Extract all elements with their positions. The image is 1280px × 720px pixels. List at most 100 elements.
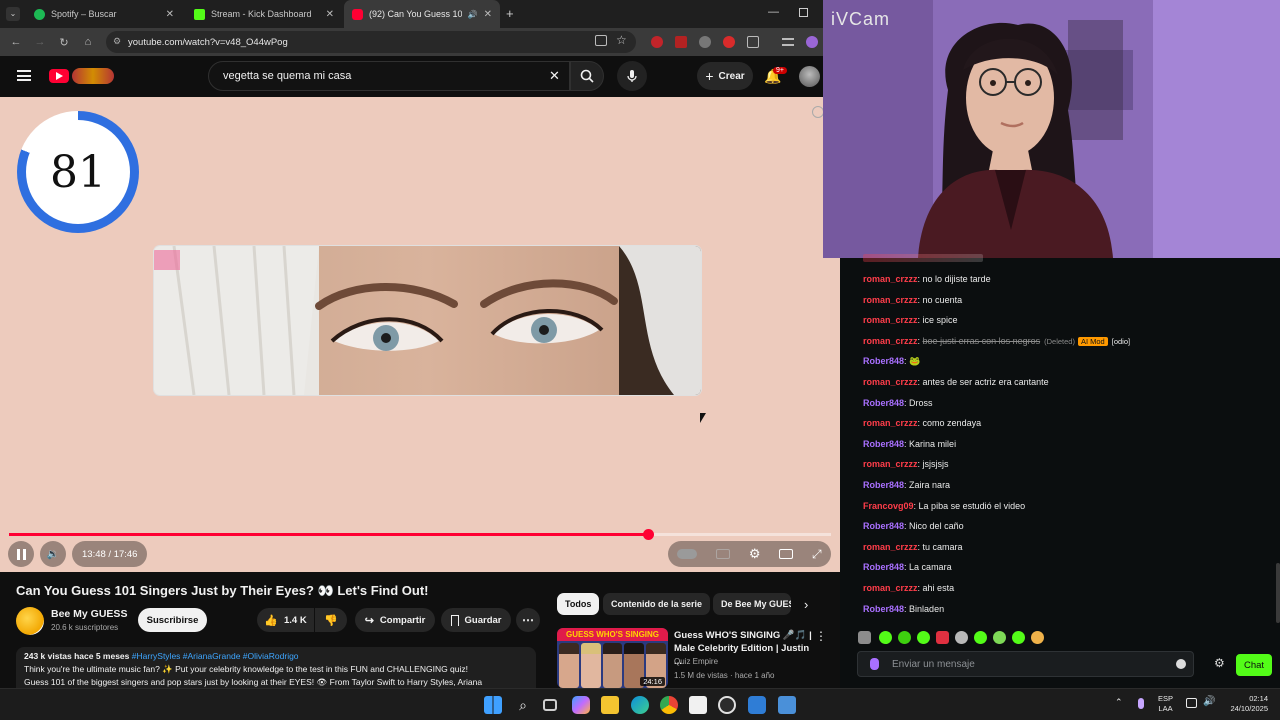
copilot-icon[interactable]: [572, 696, 590, 714]
search-button[interactable]: [570, 61, 604, 91]
more-actions-button[interactable]: ⋯: [516, 608, 540, 632]
chat-username[interactable]: Rober848: [863, 398, 904, 408]
volume-icon[interactable]: 🔊: [1203, 696, 1215, 707]
site-info-icon[interactable]: ⚙: [113, 36, 121, 47]
url-input[interactable]: ⚙ youtube.com/watch?v=v48_O44wPog ☆: [106, 31, 636, 53]
extension-icon-2[interactable]: [675, 36, 687, 48]
chat-username[interactable]: roman_crzzz: [863, 315, 918, 325]
close-tab-icon[interactable]: ✕: [484, 9, 492, 20]
chat-username[interactable]: roman_crzzz: [863, 542, 918, 552]
chip-series-content[interactable]: Contenido de la serie: [603, 593, 711, 615]
store-icon[interactable]: [689, 696, 707, 714]
new-tab-icon[interactable]: +: [506, 6, 514, 21]
close-tab-icon[interactable]: ✕: [166, 9, 174, 20]
recommended-channel[interactable]: Quiz Empire: [674, 657, 718, 666]
chat-username[interactable]: Rober848: [863, 439, 904, 449]
more-vertical-icon[interactable]: ⋮: [815, 629, 827, 643]
chat-username[interactable]: roman_crzzz: [863, 336, 918, 346]
dislike-button[interactable]: 👎: [315, 608, 347, 632]
chat-input[interactable]: Enviar un mensaje: [857, 651, 1194, 677]
forward-icon[interactable]: →: [28, 36, 52, 48]
tab-youtube[interactable]: (92) Can You Guess 101 Sing 🔊 ✕: [344, 0, 500, 28]
progress-scrubber[interactable]: [642, 529, 654, 540]
extension-icon-1[interactable]: [651, 36, 663, 48]
volume-button[interactable]: 🔉: [40, 541, 66, 567]
share-button[interactable]: ↪ Compartir: [355, 608, 435, 632]
channel-name[interactable]: Bee My GUESS: [51, 608, 127, 620]
subtitles-icon[interactable]: [716, 549, 731, 559]
create-button[interactable]: + Crear: [697, 62, 753, 90]
avatar[interactable]: [799, 66, 820, 87]
chip-from-channel[interactable]: De Bee My GUESS: [713, 593, 791, 615]
kick-sparkle-icon[interactable]: [870, 658, 879, 670]
pause-button[interactable]: [8, 541, 34, 567]
show-hidden-icons-icon[interactable]: ⌃: [1115, 697, 1123, 708]
network-icon[interactable]: [1186, 698, 1197, 708]
chat-username[interactable]: Rober848: [863, 480, 904, 490]
task-view-icon[interactable]: [543, 699, 557, 711]
theater-mode-icon[interactable]: [779, 549, 794, 559]
extensions-puzzle-icon[interactable]: [747, 36, 759, 48]
emote-icon[interactable]: [993, 631, 1006, 644]
hashtags[interactable]: #HarryStyles #ArianaGrande #OliviaRodrig…: [132, 651, 299, 661]
chat-scrollbar[interactable]: [1276, 563, 1280, 623]
system-clock[interactable]: 02:14 24/10/2025: [1220, 694, 1268, 714]
like-button[interactable]: 👍 1.4 K: [257, 608, 314, 632]
chat-username[interactable]: Rober848: [863, 562, 904, 572]
chat-username[interactable]: roman_crzzz: [863, 274, 918, 284]
ivcam-icon[interactable]: [748, 696, 766, 714]
emote-icon[interactable]: [1031, 631, 1044, 644]
fullscreen-icon[interactable]: ⤢: [812, 547, 822, 562]
record-icon[interactable]: [723, 36, 735, 48]
reading-list-icon[interactable]: [782, 38, 794, 46]
emote-icon[interactable]: [858, 631, 871, 644]
maximize-icon[interactable]: [799, 8, 808, 17]
input-language[interactable]: ESP LAA: [1158, 694, 1173, 714]
chat-username[interactable]: roman_crzzz: [863, 295, 918, 305]
chat-username[interactable]: Rober848: [863, 356, 904, 366]
emote-icon[interactable]: [1012, 631, 1025, 644]
chat-username[interactable]: roman_crzzz: [863, 418, 918, 428]
emote-icon[interactable]: [974, 631, 987, 644]
subscribe-button[interactable]: Suscribirse: [138, 608, 207, 632]
menu-icon[interactable]: [17, 70, 31, 81]
chat-username[interactable]: Francovg09: [863, 501, 914, 511]
extension-icon-3[interactable]: [699, 36, 711, 48]
autoplay-toggle[interactable]: [677, 549, 698, 559]
description-box[interactable]: 243 k vistas hace 5 meses #HarryStyles #…: [16, 647, 536, 688]
save-button[interactable]: Guardar: [441, 608, 511, 632]
microphone-icon[interactable]: [1138, 698, 1144, 709]
settings-gear-icon[interactable]: ⚙: [749, 546, 761, 562]
recommended-thumbnail[interactable]: GUESS WHO'S SINGING 24:16: [557, 628, 668, 688]
chat-settings-gear-icon[interactable]: ⚙: [1214, 656, 1225, 670]
chevron-right-icon[interactable]: ›: [804, 597, 808, 612]
doodle-icon[interactable]: [72, 68, 114, 84]
back-icon[interactable]: ←: [4, 36, 28, 48]
profile-icon[interactable]: [806, 36, 818, 48]
chat-username[interactable]: roman_crzzz: [863, 459, 918, 469]
emote-icon[interactable]: [955, 631, 968, 644]
close-tab-icon[interactable]: ✕: [326, 9, 334, 20]
emote-icon[interactable]: [879, 631, 892, 644]
tab-spotify[interactable]: Spotify – Buscar ✕: [26, 0, 182, 28]
speaker-icon[interactable]: 🔊: [468, 10, 478, 19]
search-icon[interactable]: ⌕: [514, 696, 532, 714]
clear-search-icon[interactable]: ✕: [549, 68, 560, 84]
bookmark-star-icon[interactable]: ☆: [616, 33, 627, 47]
emoji-picker-icon[interactable]: [1176, 659, 1186, 669]
tab-kick-dashboard[interactable]: Stream - Kick Dashboard ✕: [186, 0, 342, 28]
file-explorer-icon[interactable]: [601, 696, 619, 714]
emote-icon[interactable]: [917, 631, 930, 644]
install-app-icon[interactable]: [595, 35, 607, 46]
minimize-icon[interactable]: —: [768, 6, 779, 18]
reload-icon[interactable]: ↻: [52, 36, 76, 49]
chat-username[interactable]: roman_crzzz: [863, 377, 918, 387]
chat-username[interactable]: roman_crzzz: [863, 583, 918, 593]
edge-icon[interactable]: [631, 696, 649, 714]
channel-avatar[interactable]: [16, 607, 44, 635]
youtube-logo[interactable]: [49, 69, 69, 83]
notepad-icon[interactable]: [778, 696, 796, 714]
video-player[interactable]: 81 🔉 13:48 / 17:46 ⚙ ⤢: [0, 97, 840, 572]
chat-username[interactable]: Rober848: [863, 604, 904, 614]
emote-icon[interactable]: [898, 631, 911, 644]
